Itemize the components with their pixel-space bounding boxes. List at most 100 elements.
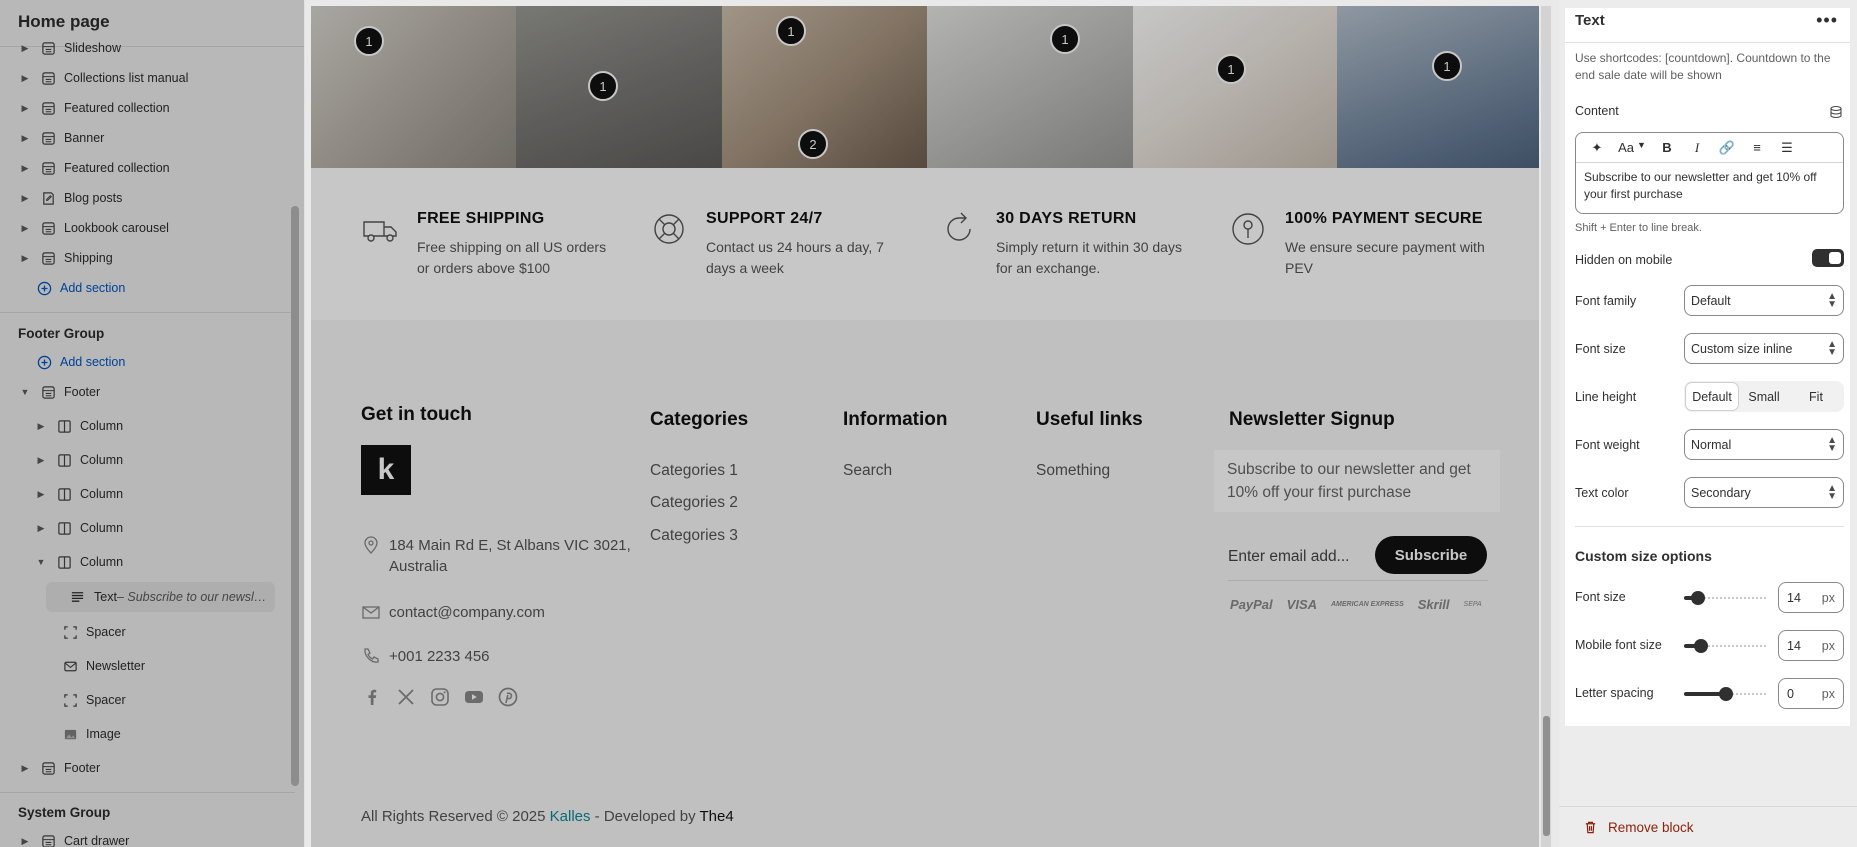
chevron-right-icon[interactable]: ▶ — [18, 763, 32, 774]
pinterest-icon[interactable] — [497, 686, 519, 708]
hotspot-marker[interactable]: 2 — [798, 129, 828, 159]
sidebar-item-column[interactable]: ▶ Column — [34, 480, 124, 508]
sidebar-item-block[interactable]: Spacer — [62, 686, 126, 714]
categories-link-2[interactable]: Categories 2 — [650, 494, 738, 512]
sidebar-item-block[interactable]: Spacer — [62, 618, 126, 646]
chevron-right-icon[interactable]: ▶ — [18, 133, 32, 144]
footer-add-section-button[interactable]: Add section — [36, 348, 125, 376]
chevron-right-icon[interactable]: ▶ — [34, 523, 48, 534]
lookbook-photo[interactable] — [311, 6, 516, 168]
slider-thumb[interactable] — [1719, 687, 1733, 701]
lookbook-photo[interactable] — [1337, 6, 1539, 168]
line-height-small[interactable]: Small — [1738, 383, 1790, 410]
letter-spacing-slider[interactable] — [1684, 684, 1768, 704]
editor-content[interactable]: Subscribe to our newsletter and get 10% … — [1576, 163, 1843, 209]
line-height-default[interactable]: Default — [1686, 383, 1738, 410]
selected-text-block[interactable]: Text – Subscribe to our newsletter and g… — [40, 576, 281, 618]
categories-link-1[interactable]: Categories 1 — [650, 462, 738, 480]
sidebar-item-section[interactable]: ▶ Shipping — [18, 244, 113, 272]
preview-scrollbar-thumb[interactable] — [1543, 716, 1550, 836]
sidebar-item-footer-2[interactable]: ▶ Footer — [18, 754, 101, 782]
sidebar-item-section[interactable]: ▶ Featured collection — [18, 154, 170, 182]
link-icon[interactable]: 🔗 — [1712, 140, 1742, 156]
categories-link-3[interactable]: Categories 3 — [650, 527, 738, 545]
hotspot-marker[interactable]: 1 — [354, 26, 384, 56]
hotspot-marker[interactable]: 1 — [776, 16, 806, 46]
newsletter-text-block[interactable]: Subscribe to our newsletter and get 10% … — [1214, 450, 1500, 512]
store-logo[interactable]: k — [361, 445, 411, 495]
text-color-select[interactable]: Secondary ▲ ▼ — [1684, 477, 1844, 508]
x-icon[interactable] — [395, 686, 417, 708]
brand-link[interactable]: Kalles — [550, 808, 591, 825]
sidebar-item-footer[interactable]: ▼ Footer — [18, 378, 101, 406]
mobile-font-size-input[interactable]: 14 px — [1778, 630, 1844, 661]
sidebar-item-column[interactable]: ▼ Column — [34, 548, 124, 576]
chevron-down-icon[interactable]: ▼ — [18, 387, 32, 397]
hotspot-marker[interactable]: 1 — [1050, 24, 1080, 54]
remove-block-button[interactable]: Remove block — [1583, 820, 1694, 835]
sidebar-item-block[interactable]: Newsletter — [62, 652, 145, 680]
sidebar-item-section[interactable]: ▶ Collections list manual — [18, 64, 189, 92]
useful-link-something[interactable]: Something — [1036, 462, 1110, 480]
numbered-list-icon[interactable]: ☰ — [1772, 140, 1802, 156]
chevron-right-icon[interactable]: ▶ — [18, 836, 32, 847]
font-family-select[interactable]: Default ▲ ▼ — [1684, 285, 1844, 316]
letter-spacing-input[interactable]: 0 px — [1778, 678, 1844, 709]
font-weight-select[interactable]: Normal ▲ ▼ — [1684, 429, 1844, 460]
sidebar-item-column[interactable]: ▶ Column — [34, 446, 124, 474]
facebook-icon[interactable] — [361, 686, 383, 708]
hotspot-marker[interactable]: 1 — [1432, 51, 1462, 81]
information-link-search[interactable]: Search — [843, 462, 892, 480]
sidebar-item-section[interactable]: ▶ Featured collection — [18, 94, 170, 122]
sidebar-item-column[interactable]: ▶ Column — [34, 514, 124, 542]
chevron-right-icon[interactable]: ▶ — [18, 253, 32, 264]
hidden-on-mobile-toggle[interactable] — [1812, 249, 1844, 267]
subscribe-button[interactable]: Subscribe — [1375, 536, 1487, 574]
chevron-right-icon[interactable]: ▶ — [18, 43, 32, 54]
email-row[interactable]: contact@company.com — [361, 602, 545, 623]
chevron-right-icon[interactable]: ▶ — [34, 455, 48, 466]
sidebar-item-block[interactable]: Image — [62, 720, 121, 748]
line-height-fit[interactable]: Fit — [1790, 383, 1842, 410]
sidebar-item-column[interactable]: ▶ Column — [34, 412, 124, 440]
lookbook-photo[interactable] — [1133, 6, 1337, 168]
hotspot-marker[interactable]: 1 — [588, 71, 618, 101]
instagram-icon[interactable] — [429, 686, 451, 708]
chevron-right-icon[interactable]: ▶ — [18, 223, 32, 234]
custom-font-size-slider[interactable] — [1684, 588, 1768, 608]
sidebar-scrollbar[interactable] — [291, 206, 299, 786]
chevron-right-icon[interactable]: ▶ — [18, 193, 32, 204]
slider-thumb[interactable] — [1691, 591, 1705, 605]
magic-format-icon[interactable]: ✦ — [1582, 140, 1612, 156]
rich-text-editor[interactable]: ✦ Aa ▼ B I 🔗 ≡ ☰ Subscribe to our newsle… — [1575, 132, 1844, 214]
text-style-icon[interactable]: Aa ▼ — [1612, 140, 1652, 155]
sidebar-item-section[interactable]: ▶ Slideshow — [18, 34, 121, 62]
sidebar-item-section[interactable]: ▶ Lookbook carousel — [18, 214, 169, 242]
font-size-select[interactable]: Custom size inline ▲ ▼ — [1684, 333, 1844, 364]
italic-icon[interactable]: I — [1682, 140, 1712, 156]
custom-font-size-input[interactable]: 14 px — [1778, 582, 1844, 613]
bold-icon[interactable]: B — [1652, 140, 1682, 155]
mobile-font-size-slider[interactable] — [1684, 636, 1768, 656]
slider-thumb[interactable] — [1694, 639, 1708, 653]
youtube-icon[interactable] — [463, 686, 485, 708]
chevron-right-icon[interactable]: ▶ — [18, 73, 32, 84]
chevron-right-icon[interactable]: ▶ — [18, 163, 32, 174]
dynamic-source-icon[interactable] — [1829, 105, 1843, 119]
chevron-right-icon[interactable]: ▶ — [18, 103, 32, 114]
newsletter-email-input[interactable]: Enter email add... — [1228, 542, 1368, 572]
lookbook-photo[interactable] — [516, 6, 722, 168]
chevron-right-icon[interactable]: ▶ — [34, 421, 48, 432]
lookbook-photo[interactable] — [927, 6, 1133, 168]
chevron-down-icon[interactable]: ▼ — [34, 557, 48, 567]
bullet-list-icon[interactable]: ≡ — [1742, 140, 1772, 155]
sidebar-item-section[interactable]: ▶ Blog posts — [18, 184, 123, 212]
sidebar-item-cart-drawer[interactable]: ▶ Cart drawer — [18, 827, 129, 847]
more-options-icon[interactable]: ••• — [1816, 10, 1838, 31]
developer-link[interactable]: The4 — [699, 808, 733, 825]
phone-row[interactable]: +001 2233 456 — [361, 646, 490, 667]
hotspot-marker[interactable]: 1 — [1216, 54, 1246, 84]
chevron-right-icon[interactable]: ▶ — [34, 489, 48, 500]
sidebar-item-section[interactable]: ▶ Banner — [18, 124, 105, 152]
add-section-button[interactable]: Add section — [36, 274, 125, 302]
